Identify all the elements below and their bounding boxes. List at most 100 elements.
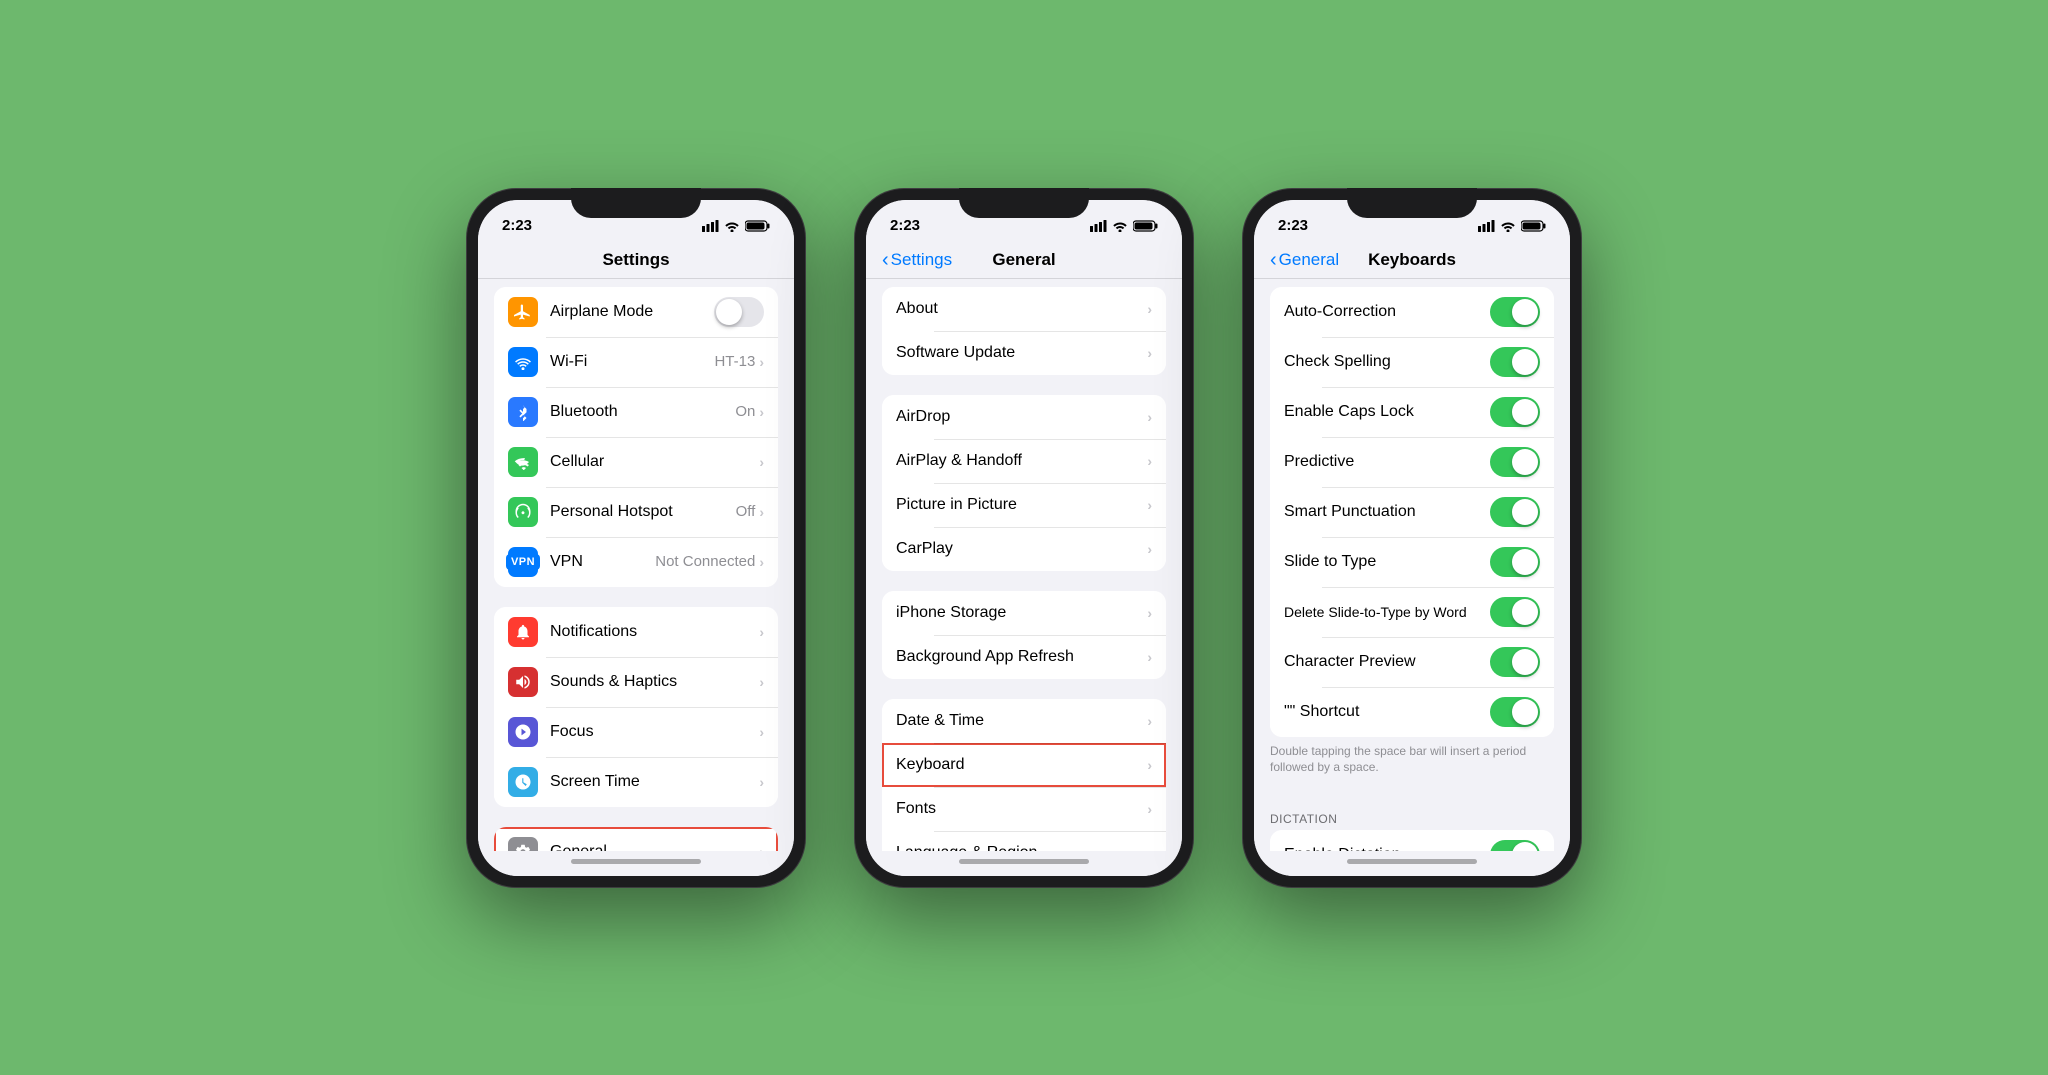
airdrop-label: AirDrop: [896, 408, 1147, 426]
settings-section-3-dictation: DICTATION Enable Dictation Dictation pro…: [1254, 804, 1570, 850]
back-button-3[interactable]: ‹ General: [1270, 250, 1339, 270]
scroll-content-2[interactable]: About › Software Update › AirDrop: [866, 279, 1182, 851]
settings-group-3-dictation: Enable Dictation: [1270, 830, 1554, 850]
settings-row-cellular[interactable]: Cellular ›: [494, 437, 778, 487]
airplane-toggle[interactable]: [714, 297, 764, 327]
settings-row-predictive[interactable]: Predictive: [1270, 437, 1554, 487]
cellular-label: Cellular: [550, 453, 759, 471]
settings-row-about[interactable]: About ›: [882, 287, 1166, 331]
settings-row-wifi[interactable]: Wi-Fi HT-13 ›: [494, 337, 778, 387]
settings-row-general[interactable]: General ›: [494, 827, 778, 851]
settings-row-languageregion[interactable]: Language & Region ›: [882, 831, 1166, 851]
shortcut-toggle[interactable]: [1490, 697, 1540, 727]
nav-bar-2: ‹ Settings General: [866, 244, 1182, 278]
phone-1-screen: 2:23 Settings: [478, 200, 794, 876]
home-bar-1: [571, 859, 701, 864]
settings-row-vpn[interactable]: VPN VPN Not Connected ›: [494, 537, 778, 587]
cellular-row-icon: [508, 447, 538, 477]
bluetooth-value: On: [735, 403, 755, 420]
signal-icon-2: [1090, 220, 1107, 232]
status-icons-3: [1478, 220, 1546, 232]
settings-row-autocorrection[interactable]: Auto-Correction: [1270, 287, 1554, 337]
hotspot-chevron: ›: [759, 504, 764, 520]
datetime-chevron: ›: [1147, 713, 1152, 729]
enabledictation-toggle[interactable]: [1490, 840, 1540, 850]
about-chevron: ›: [1147, 301, 1152, 317]
scroll-content-1[interactable]: Airplane Mode Wi-Fi HT-13 ›: [478, 279, 794, 851]
settings-row-carplay[interactable]: CarPlay ›: [882, 527, 1166, 571]
settings-row-characterpreview[interactable]: Character Preview: [1270, 637, 1554, 687]
slidetotype-toggle[interactable]: [1490, 547, 1540, 577]
shortcut-label: "" Shortcut: [1284, 703, 1490, 721]
smartpunctuation-label: Smart Punctuation: [1284, 503, 1490, 521]
screentime-row-icon: [508, 767, 538, 797]
screentime-chevron: ›: [759, 774, 764, 790]
settings-row-slidetotype[interactable]: Slide to Type: [1270, 537, 1554, 587]
back-label-3: General: [1279, 250, 1339, 270]
bluetooth-chevron: ›: [759, 404, 764, 420]
settings-row-deleteslide[interactable]: Delete Slide-to-Type by Word: [1270, 587, 1554, 637]
settings-row-hotspot[interactable]: Personal Hotspot Off ›: [494, 487, 778, 537]
enablecapslock-toggle[interactable]: [1490, 397, 1540, 427]
sounds-row-icon: [508, 667, 538, 697]
settings-row-enablecapslock[interactable]: Enable Caps Lock: [1270, 387, 1554, 437]
focus-label: Focus: [550, 723, 759, 741]
settings-row-screentime[interactable]: Screen Time ›: [494, 757, 778, 807]
datetime-label: Date & Time: [896, 712, 1147, 730]
general-svg: [514, 843, 532, 851]
languageregion-label: Language & Region: [896, 844, 1147, 851]
hotspot-svg: [514, 503, 532, 521]
settings-group-2-2: AirDrop › AirPlay & Handoff › Picture in…: [882, 395, 1166, 571]
settings-row-smartpunctuation[interactable]: Smart Punctuation: [1270, 487, 1554, 537]
settings-row-shortcut[interactable]: "" Shortcut: [1270, 687, 1554, 737]
settings-row-keyboard[interactable]: Keyboard ›: [882, 743, 1166, 787]
settings-row-enabledictation[interactable]: Enable Dictation: [1270, 830, 1554, 850]
predictive-toggle[interactable]: [1490, 447, 1540, 477]
nav-title-2: General: [992, 250, 1055, 270]
settings-row-iphonestorage[interactable]: iPhone Storage ›: [882, 591, 1166, 635]
backgroundapprefresh-chevron: ›: [1147, 649, 1152, 665]
autocorrection-toggle[interactable]: [1490, 297, 1540, 327]
settings-row-sounds[interactable]: Sounds & Haptics ›: [494, 657, 778, 707]
settings-row-datetime[interactable]: Date & Time ›: [882, 699, 1166, 743]
scroll-content-3[interactable]: Auto-Correction Check Spelling Enable Ca…: [1254, 279, 1570, 851]
sounds-svg: [514, 673, 532, 691]
checkspelling-toggle[interactable]: [1490, 347, 1540, 377]
nav-bar-3: ‹ General Keyboards: [1254, 244, 1570, 278]
general-label: General: [550, 843, 759, 851]
notifications-label: Notifications: [550, 623, 759, 641]
general-row-icon: [508, 837, 538, 851]
settings-row-pictureinpicture[interactable]: Picture in Picture ›: [882, 483, 1166, 527]
settings-row-bluetooth[interactable]: Bluetooth On ›: [494, 387, 778, 437]
settings-row-focus[interactable]: Focus ›: [494, 707, 778, 757]
back-button-2[interactable]: ‹ Settings: [882, 250, 952, 270]
notifications-svg: [514, 623, 532, 641]
deleteslide-toggle[interactable]: [1490, 597, 1540, 627]
characterpreview-toggle[interactable]: [1490, 647, 1540, 677]
settings-row-airplay[interactable]: AirPlay & Handoff ›: [882, 439, 1166, 483]
phone-2-screen: 2:23 ‹ Settings General: [866, 200, 1182, 876]
focus-row-icon: [508, 717, 538, 747]
bluetooth-label: Bluetooth: [550, 403, 735, 421]
home-bar-2: [959, 859, 1089, 864]
sounds-chevron: ›: [759, 674, 764, 690]
back-arrow-3: ‹: [1270, 250, 1277, 270]
screentime-label: Screen Time: [550, 773, 759, 791]
smartpunctuation-toggle[interactable]: [1490, 497, 1540, 527]
settings-row-checkspelling[interactable]: Check Spelling: [1270, 337, 1554, 387]
home-bar-3: [1347, 859, 1477, 864]
cellular-chevron: ›: [759, 454, 764, 470]
wifi-icon-2: [1112, 220, 1128, 232]
settings-row-airplane[interactable]: Airplane Mode: [494, 287, 778, 337]
back-arrow-2: ‹: [882, 250, 889, 270]
focus-chevron: ›: [759, 724, 764, 740]
settings-row-notifications[interactable]: Notifications ›: [494, 607, 778, 657]
settings-row-softwareupdate[interactable]: Software Update ›: [882, 331, 1166, 375]
carplay-label: CarPlay: [896, 540, 1147, 558]
phone-1: 2:23 Settings: [466, 188, 806, 888]
notch-1: [571, 188, 701, 218]
settings-row-airdrop[interactable]: AirDrop ›: [882, 395, 1166, 439]
settings-row-fonts[interactable]: Fonts ›: [882, 787, 1166, 831]
settings-row-backgroundapprefresh[interactable]: Background App Refresh ›: [882, 635, 1166, 679]
status-time-2: 2:23: [890, 217, 920, 234]
